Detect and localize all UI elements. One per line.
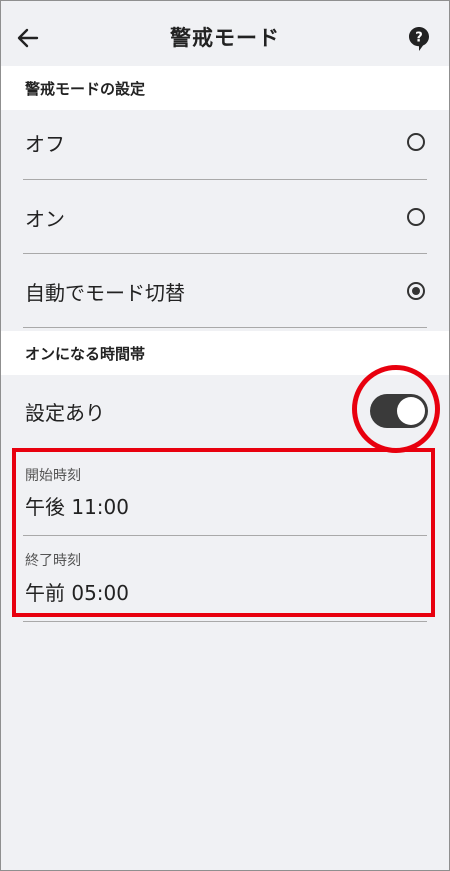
page-title: 警戒モード (170, 26, 280, 50)
radio-auto[interactable] (407, 282, 425, 300)
divider (23, 327, 427, 328)
divider (23, 621, 427, 622)
divider (23, 535, 427, 536)
toggle-knob (397, 397, 425, 425)
option-off[interactable]: オフ (1, 105, 449, 179)
end-time-value: 午前 05:00 (25, 581, 129, 605)
end-time-label: 終了時刻 (25, 553, 81, 569)
schedule-setting-label: 設定あり (25, 400, 105, 425)
svg-text:?: ? (415, 31, 423, 46)
radio-off[interactable] (407, 133, 425, 151)
app-bar: 警戒モード ? (1, 1, 449, 75)
start-time-value: 午後 11:00 (25, 495, 129, 519)
option-on-label: オン (25, 206, 65, 231)
section-header-mode: 警戒モードの設定 (1, 66, 449, 110)
help-button[interactable]: ? (407, 25, 431, 53)
screen: 警戒モード ? 警戒モードの設定 オフ オン 自動でモード切替 オンになる時間帯… (0, 0, 450, 871)
radio-on[interactable] (407, 208, 425, 226)
option-auto[interactable]: 自動でモード切替 (1, 254, 449, 328)
help-bubble-icon: ? (409, 27, 429, 51)
option-on[interactable]: オン (1, 180, 449, 254)
option-off-label: オフ (25, 131, 65, 156)
schedule-toggle[interactable] (370, 394, 428, 428)
section-header-schedule: オンになる時間帯 (1, 331, 449, 375)
start-time-label: 開始時刻 (25, 468, 81, 484)
option-auto-label: 自動でモード切替 (25, 280, 185, 305)
